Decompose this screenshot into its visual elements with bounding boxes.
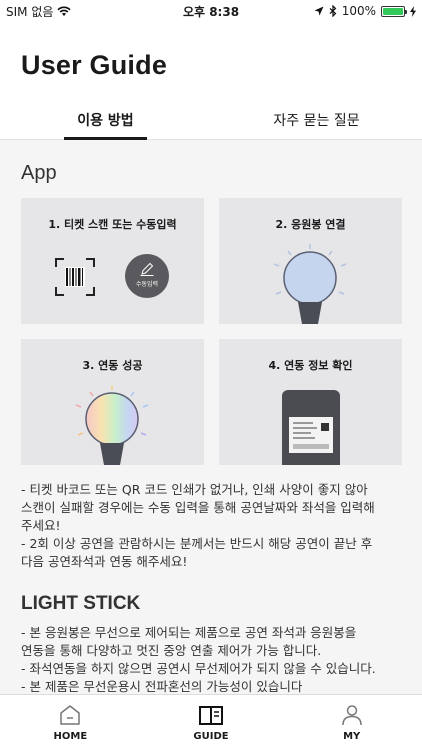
lightstick-description-line: 연동을 통해 다양하고 멋진 중앙 연출 제어가 가능 합니다.: [21, 643, 322, 658]
card-title: 3. 연동 성공: [82, 359, 143, 372]
manual-input-label: 수동입력: [135, 281, 159, 288]
phone-ticket-icon: [282, 390, 340, 465]
status-time: 오후 8:38: [182, 4, 240, 19]
lightstick-section-title: LIGHT STICK: [21, 593, 141, 614]
wifi-icon: [57, 5, 72, 16]
light-stick-rainbow-icon: [75, 385, 149, 465]
card-title: 1. 티켓 스캔 또는 수동입력: [48, 218, 177, 231]
tab-faq[interactable]: 자주 묻는 질문: [211, 106, 422, 139]
bottom-tab-bar: HOME GUIDE MY: [0, 694, 422, 750]
charging-bolt-icon: [410, 5, 416, 17]
app-description-line: 다음 공연좌석과 연동 해주세요!: [21, 554, 188, 569]
manual-input-icon: 수동입력: [125, 254, 169, 298]
tab-guide[interactable]: GUIDE: [141, 695, 282, 750]
app-description-line: - 티켓 바코드 또는 QR 코드 인쇄가 없거나, 인쇄 사양이 좋지 않아: [21, 482, 368, 497]
app-description-line: - 2회 이상 공연을 관람하시는 분께서는 반드시 해당 공연이 끝난 후: [21, 536, 373, 551]
guide-card-scan: 1. 티켓 스캔 또는 수동입력 수동입력: [21, 198, 204, 324]
status-bar: SIM 없음 오후 8:38 100%: [0, 0, 422, 22]
lightstick-description-line: - 본 응원봉은 무선으로 제어되는 제품으로 공연 좌석과 응원봉을: [21, 625, 357, 640]
guide-card-connect: 2. 응원봉 연결: [219, 198, 402, 324]
page-title: User Guide: [21, 50, 168, 80]
location-arrow-icon: [314, 6, 324, 16]
bluetooth-icon: [329, 5, 337, 17]
app-section-title: App: [21, 162, 57, 184]
battery-percent: 100%: [341, 4, 376, 18]
card-title: 4. 연동 정보 확인: [268, 359, 353, 372]
header: User Guide 이용 방법 자주 묻는 질문: [0, 22, 422, 140]
lightstick-description-line: - 좌석연동을 하지 않으면 공연시 무선제어가 되지 않을 수 있습니다.: [21, 661, 376, 676]
home-icon: [60, 705, 81, 725]
tab-home[interactable]: HOME: [0, 695, 141, 750]
segment-tabs: 이용 방법 자주 묻는 질문: [0, 106, 422, 140]
tab-how-to-use[interactable]: 이용 방법: [0, 106, 211, 140]
guide-card-success: 3. 연동 성공: [21, 339, 204, 465]
app-description-line: 스캔이 실패할 경우에는 수동 입력을 통해 공연날짜와 좌석을 입력해: [21, 500, 375, 515]
card-title: 2. 응원봉 연결: [275, 218, 346, 231]
person-icon: [341, 705, 362, 726]
tab-my[interactable]: MY: [281, 695, 422, 750]
light-stick-icon: [273, 244, 347, 324]
app-description: - 티켓 바코드 또는 QR 코드 인쇄가 없거나, 인쇄 사양이 좋지 않아 …: [21, 481, 396, 571]
tab-my-label: MY: [343, 731, 361, 742]
pencil-icon: [140, 262, 154, 276]
carrier-label: SIM 없음: [6, 4, 54, 19]
battery-icon: [381, 5, 407, 17]
tab-guide-label: GUIDE: [193, 731, 229, 742]
tab-home-label: HOME: [53, 731, 88, 742]
app-description-line: 주세요!: [21, 518, 61, 533]
guide-book-icon: [199, 706, 223, 725]
barcode-scan-icon: [55, 258, 95, 296]
lightstick-description: - 본 응원봉은 무선으로 제어되는 제품으로 공연 좌석과 응원봉을 연동을 …: [21, 624, 396, 696]
guide-card-info: 4. 연동 정보 확인: [219, 339, 402, 465]
